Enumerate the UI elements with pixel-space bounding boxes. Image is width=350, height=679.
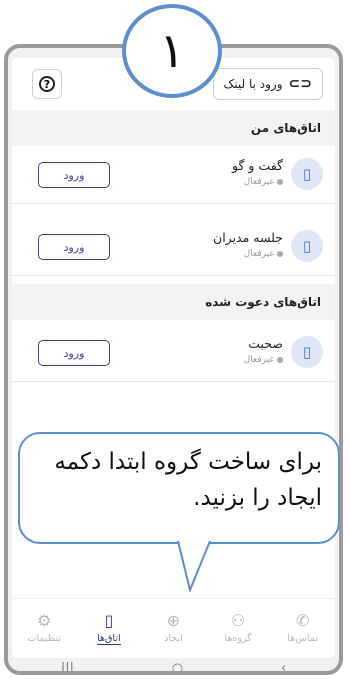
system-nav-bar: ||| ○ ‹ bbox=[12, 660, 335, 672]
callout-text: برای ساخت گروه ابتدا دکمه ایجاد را بزنید… bbox=[54, 449, 322, 511]
invited-rooms-header: اتاق‌های دعوت شده bbox=[12, 284, 335, 320]
room-status: غیرفعال bbox=[244, 177, 283, 187]
room-status: غیرفعال bbox=[244, 249, 283, 259]
help-icon: ? bbox=[39, 76, 55, 92]
tab-label: اتاق‌ها bbox=[97, 632, 121, 645]
phone-icon: ✆ bbox=[295, 611, 310, 630]
tab-label: تنظیمات bbox=[27, 633, 62, 644]
room-status: غیرفعال bbox=[244, 355, 283, 365]
tab-contacts[interactable]: ✆ تماس‌ها bbox=[270, 599, 335, 658]
door-icon: ▯ bbox=[104, 610, 114, 630]
tab-label: ایجاد bbox=[164, 633, 183, 644]
bottom-tab-bar: ⚙ تنظیمات ▯ اتاق‌ها ⊕ ایجاد ⚇ گروه‌ها ✆ … bbox=[12, 598, 335, 658]
door-icon: ▯ bbox=[291, 230, 323, 262]
room-name: صحبت bbox=[248, 336, 283, 351]
status-dot bbox=[277, 357, 283, 363]
back-button[interactable]: ‹ bbox=[281, 661, 286, 672]
callout-bubble: برای ساخت گروه ابتدا دکمه ایجاد را بزنید… bbox=[18, 432, 340, 544]
enter-room-button[interactable]: ورود bbox=[38, 162, 110, 188]
my-rooms-title: اتاق‌های من bbox=[250, 121, 321, 135]
step-number-badge: ۱ bbox=[122, 4, 222, 98]
help-button[interactable]: ? bbox=[32, 69, 62, 99]
status-dot bbox=[277, 251, 283, 257]
tab-create[interactable]: ⊕ ایجاد bbox=[141, 599, 206, 658]
room-status-label: غیرفعال bbox=[243, 249, 274, 259]
room-status-label: غیرفعال bbox=[243, 177, 274, 187]
join-by-link-button[interactable]: ⊂⊃ ورود با لینک bbox=[212, 68, 323, 100]
home-button[interactable]: ○ bbox=[172, 661, 183, 672]
app-screen: ? ⊂⊃ ورود با لینک اتاق‌های من ▯ گفت و گو… bbox=[12, 58, 335, 658]
room-name: گفت و گو bbox=[232, 158, 283, 173]
phone-frame: ? ⊂⊃ ورود با لینک اتاق‌های من ▯ گفت و گو… bbox=[4, 44, 343, 675]
tab-label: گروه‌ها bbox=[224, 633, 252, 644]
enter-room-button[interactable]: ورود bbox=[38, 340, 110, 366]
recents-button[interactable]: ||| bbox=[61, 661, 74, 672]
door-icon: ▯ bbox=[291, 336, 323, 368]
room-status-label: غیرفعال bbox=[243, 355, 274, 365]
room-item[interactable]: ▯ جلسه مدیران غیرفعال ورود bbox=[12, 218, 335, 276]
my-rooms-header: اتاق‌های من bbox=[12, 110, 335, 146]
tab-settings[interactable]: ⚙ تنظیمات bbox=[12, 599, 77, 658]
link-icon: ⊂⊃ bbox=[288, 76, 312, 92]
gear-icon: ⚙ bbox=[37, 611, 52, 630]
room-name: جلسه مدیران bbox=[213, 230, 283, 245]
group-icon: ⚇ bbox=[230, 611, 246, 630]
invited-rooms-title: اتاق‌های دعوت شده bbox=[205, 295, 321, 309]
status-dot bbox=[277, 179, 283, 185]
callout-pointer bbox=[177, 540, 211, 592]
enter-room-button[interactable]: ورود bbox=[38, 234, 110, 260]
tab-rooms[interactable]: ▯ اتاق‌ها bbox=[77, 599, 142, 658]
room-item[interactable]: ▯ صحبت غیرفعال ورود bbox=[12, 324, 335, 382]
tab-label: تماس‌ها bbox=[287, 633, 318, 644]
room-item[interactable]: ▯ گفت و گو غیرفعال ورود bbox=[12, 146, 335, 204]
plus-circle-icon: ⊕ bbox=[166, 611, 181, 630]
tab-groups[interactable]: ⚇ گروه‌ها bbox=[206, 599, 271, 658]
door-icon: ▯ bbox=[291, 158, 323, 190]
join-by-link-label: ورود با لینک bbox=[223, 77, 283, 91]
